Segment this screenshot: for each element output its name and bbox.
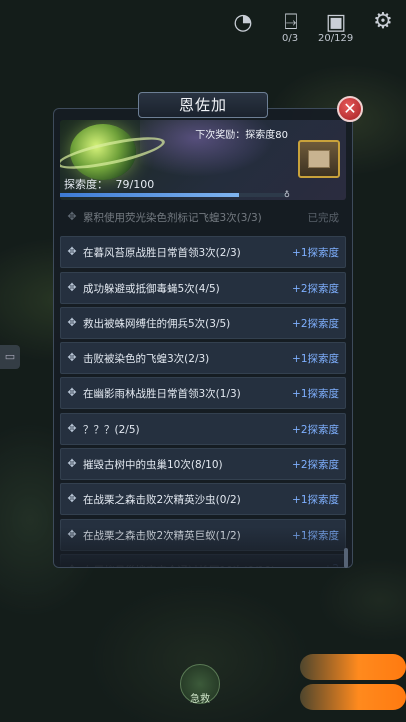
clock-icon[interactable]: ◔ [230,10,256,35]
task-text: 击败被染色的飞蝗3次(2/3) [83,353,210,366]
task-row[interactable]: ✥ 累积使用荧光染色剂标记飞蝗3次(3/3) 已完成 [60,201,346,233]
task-gem-icon: ✥ [67,457,77,471]
scrollbar[interactable] [344,548,348,568]
list-fade [54,527,352,567]
task-reward: +1探索度 [292,494,339,507]
task-row[interactable]: ✥ 在幽影雨林战胜日常首领3次(1/3) +1探索度 [60,377,346,410]
task-gem-icon: ✥ [67,315,77,329]
top-hud: ◔ ⍈ 0/3 ▣ 20/129 ⚙ [0,0,406,48]
exit-count: 0/3 [282,33,299,44]
panel-header: 下次奖励：探索度80 探索度： 79/100 ♁ [60,120,346,200]
first-aid-button[interactable]: 急救 [180,664,220,705]
task-gem-icon: ✥ [67,386,77,400]
task-reward: +1探索度 [292,388,339,401]
progress-value: 79/100 [115,178,155,191]
task-reward: +1探索度 [292,247,339,260]
panel-title: 恩佐加 [138,92,268,118]
task-row[interactable]: ✥ 成功躲避或抵御毒蝇5次(4/5) +2探索度 [60,271,346,304]
task-reward: +2探索度 [292,423,339,436]
task-row[interactable]: ✥ ？？？(2/5) +2探索度 [60,412,346,445]
orange-highlight [300,654,406,680]
progress-bar [60,193,286,197]
task-row[interactable]: ✥ 击败被染色的飞蝗3次(2/3) +1探索度 [60,342,346,375]
task-gem-icon: ✥ [67,280,77,294]
task-reward: +2探索度 [292,459,339,472]
side-tab-button[interactable]: ▭ [0,345,20,369]
task-gem-icon: ✥ [67,421,77,435]
task-list: ✥ 累积使用荧光染色剂标记飞蝗3次(3/3) 已完成 ✥ 在暮风苔原战胜日常首领3次(2… [60,201,346,567]
task-gem-icon: ✥ [67,351,77,365]
task-reward: +2探索度 [292,317,339,330]
progress-label-text: 探索度： [64,178,108,191]
task-text: 在战栗之森击败2次精英沙虫(0/2) [83,494,241,507]
supply-box-icon[interactable]: ▣ [323,10,349,35]
task-text: 救出被蛛网缚住的佣兵5次(3/5) [83,317,231,330]
task-gem-icon: ✥ [67,210,77,223]
task-text: 成功躲避或抵御毒蝇5次(4/5) [83,282,220,295]
progress-label: 探索度： 79/100 [64,176,154,192]
task-row[interactable]: ✥ 在暮风苔原战胜日常首领3次(2/3) +1探索度 [60,236,346,269]
reward-chest-icon[interactable] [298,140,340,178]
task-gem-icon: ✥ [67,492,77,506]
task-text: 在暮风苔原战胜日常首领3次(2/3) [83,247,241,260]
supply-count: 20/129 [318,33,354,44]
task-reward: 已完成 [307,212,340,224]
close-button[interactable]: ✕ [337,96,363,122]
task-row[interactable]: ✥ 摧毁古树中的虫巢10次(8/10) +2探索度 [60,448,346,481]
task-row[interactable]: ✥ 在战栗之森击败2次精英沙虫(0/2) +1探索度 [60,483,346,516]
task-text: ？？？(2/5) [83,423,140,436]
exit-door-icon[interactable]: ⍈ [278,10,304,35]
progress-end-icon: ♁ [284,190,290,199]
task-gem-icon: ✥ [67,245,77,259]
task-text: 在幽影雨林战胜日常首领3次(1/3) [83,388,241,401]
next-reward-text: 下次奖励：探索度80 [195,130,288,141]
exploration-panel: 下次奖励：探索度80 探索度： 79/100 ♁ ✥ 累积使用荧光染色剂标记飞蝗3… [53,108,353,568]
orange-highlight [300,684,406,710]
task-text: 累积使用荧光染色剂标记飞蝗3次(3/3) [83,212,262,224]
gear-icon[interactable]: ⚙ [370,9,396,34]
first-aid-label: 急救 [190,694,210,705]
task-row[interactable]: ✥ 救出被蛛网缚住的佣兵5次(3/5) +2探索度 [60,306,346,339]
progress-fill [60,193,239,197]
task-reward: +1探索度 [292,353,339,366]
task-reward: +2探索度 [292,282,339,295]
task-text: 摧毁古树中的虫巢10次(8/10) [83,459,223,472]
